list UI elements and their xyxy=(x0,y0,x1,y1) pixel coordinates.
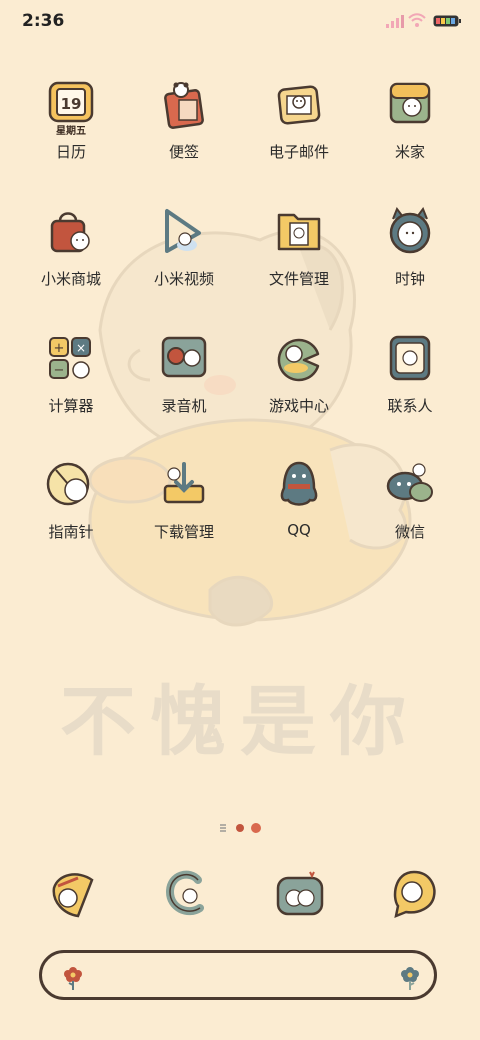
status-bar: 2:36 xyxy=(0,0,480,44)
app-label: QQ xyxy=(287,521,311,539)
app-mi-video[interactable]: 小米视频 xyxy=(124,207,244,327)
app-recorder[interactable]: 录音机 xyxy=(124,334,244,454)
app-notes[interactable]: 便签 xyxy=(124,80,244,200)
dock-phone[interactable] xyxy=(48,868,100,920)
phone-icon xyxy=(52,873,94,918)
app-file-manager[interactable]: 文件管理 xyxy=(239,207,359,327)
app-label: 小米商城 xyxy=(40,270,101,288)
app-label: 时钟 xyxy=(394,270,425,288)
clock-time: 2:36 xyxy=(22,11,65,31)
notes-icon xyxy=(164,82,204,129)
app-label: 电子邮件 xyxy=(268,143,329,161)
compass-icon xyxy=(46,462,90,506)
app-label: 联系人 xyxy=(387,397,433,415)
email-icon xyxy=(277,85,321,125)
camera-icon xyxy=(276,871,324,916)
app-calculator[interactable]: + × − 计算器 xyxy=(11,334,131,454)
calendar-weekday: 星期五 xyxy=(56,126,86,137)
app-clock[interactable]: 时钟 xyxy=(350,207,470,327)
app-downloads[interactable]: 下载管理 xyxy=(124,460,244,580)
app-email[interactable]: 电子邮件 xyxy=(239,80,359,200)
app-compass[interactable]: 指南针 xyxy=(11,460,131,580)
app-label: 计算器 xyxy=(48,397,94,415)
video-play-icon xyxy=(165,209,201,253)
calendar-day-number: 19 xyxy=(61,95,82,113)
dock-camera[interactable] xyxy=(274,868,326,920)
calculator-icon: + × − xyxy=(49,337,91,379)
app-game-center[interactable]: 游戏中心 xyxy=(239,334,359,454)
clock-icon xyxy=(389,207,431,254)
dock-browser[interactable] xyxy=(388,868,440,920)
app-contacts[interactable]: 联系人 xyxy=(350,334,470,454)
dock-messages[interactable] xyxy=(160,868,212,920)
app-wechat[interactable]: 微信 xyxy=(350,460,470,580)
app-label: 指南针 xyxy=(48,523,94,541)
game-controller-icon xyxy=(277,338,320,382)
app-label: 文件管理 xyxy=(268,270,329,288)
wallpaper-caption: 不愧是你 xyxy=(60,677,420,766)
app-label: 微信 xyxy=(394,523,425,541)
app-label: 下载管理 xyxy=(153,523,214,541)
signal-icon xyxy=(386,15,404,28)
recorder-icon xyxy=(161,336,207,378)
qq-penguin-icon xyxy=(280,461,318,506)
flower-icon-right xyxy=(401,967,419,990)
folder-icon xyxy=(277,213,321,251)
app-label: 游戏中心 xyxy=(268,397,329,415)
svg-text:+: + xyxy=(54,341,65,356)
shopping-bag-icon xyxy=(50,212,90,253)
app-label: 米家 xyxy=(394,143,425,161)
app-label: 录音机 xyxy=(161,397,207,415)
page-indicator[interactable] xyxy=(0,818,480,838)
app-mi-store[interactable]: 小米商城 xyxy=(11,207,131,327)
mijia-icon xyxy=(389,82,431,124)
battery-icon xyxy=(433,15,461,27)
message-icon xyxy=(165,870,204,916)
app-qq[interactable]: QQ xyxy=(239,460,359,580)
search-bar[interactable] xyxy=(39,950,437,1000)
app-label: 便签 xyxy=(168,143,199,161)
flower-icon-left xyxy=(64,967,82,990)
svg-text:×: × xyxy=(76,341,86,355)
wechat-icon xyxy=(386,463,433,502)
app-mijia[interactable]: 米家 xyxy=(350,80,470,200)
browser-icon xyxy=(393,870,436,919)
download-icon xyxy=(163,462,205,504)
app-label: 小米视频 xyxy=(153,270,214,288)
app-label: 日历 xyxy=(55,143,86,161)
svg-text:−: − xyxy=(54,363,65,378)
app-calendar[interactable]: 19 星期五 日历 xyxy=(11,80,131,200)
contacts-icon xyxy=(389,335,431,381)
wifi-icon xyxy=(408,13,426,27)
